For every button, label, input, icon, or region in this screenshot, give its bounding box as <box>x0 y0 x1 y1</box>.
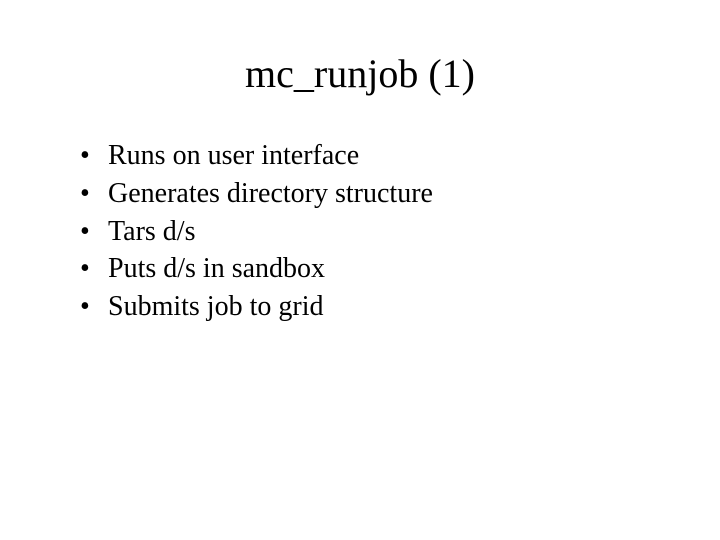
list-item: Generates directory structure <box>80 175 660 213</box>
list-item: Submits job to grid <box>80 288 660 326</box>
slide: mc_runjob (1) Runs on user interface Gen… <box>0 0 720 540</box>
list-item: Puts d/s in sandbox <box>80 250 660 288</box>
slide-title: mc_runjob (1) <box>60 50 660 97</box>
list-item: Runs on user interface <box>80 137 660 175</box>
list-item: Tars d/s <box>80 213 660 251</box>
bullet-list: Runs on user interface Generates directo… <box>60 137 660 326</box>
